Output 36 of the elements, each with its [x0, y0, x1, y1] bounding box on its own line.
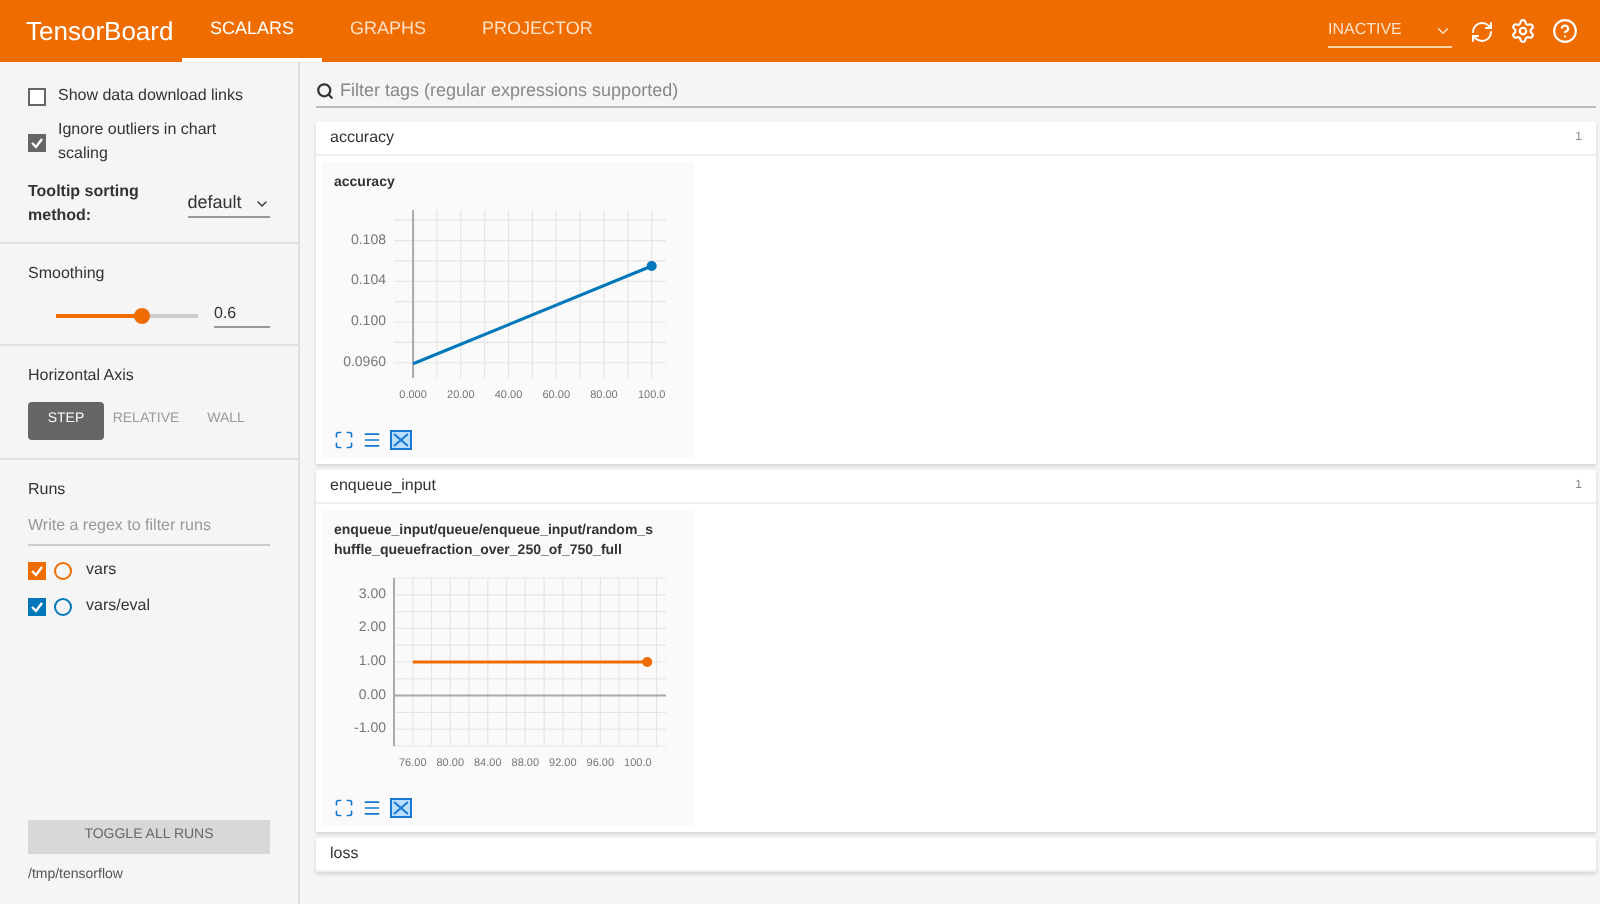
section-title[interactable]: enqueue_input — [330, 474, 436, 498]
section-title[interactable]: loss — [330, 842, 359, 866]
fit-domain-icon[interactable] — [390, 798, 412, 818]
expand-icon[interactable] — [334, 798, 354, 818]
tooltip-sorting-select[interactable]: default — [187, 189, 270, 219]
endpoint-marker — [642, 657, 653, 667]
run-name: vars — [86, 558, 117, 582]
search-icon — [316, 82, 334, 100]
fit-domain-icon[interactable] — [390, 430, 412, 450]
endpoint-marker — [646, 261, 657, 271]
run-checkbox[interactable] — [28, 597, 46, 615]
run-select[interactable]: INACTIVE — [1328, 15, 1452, 47]
app-title: TensorBoard — [26, 13, 176, 50]
settings-icon[interactable] — [1510, 18, 1536, 44]
nav-tab[interactable]: PROJECTOR — [454, 0, 621, 62]
runs-filter-field[interactable]: Write a regex to filter runs — [28, 514, 270, 546]
run-name: vars/eval — [86, 594, 151, 618]
legend-icon[interactable] — [362, 798, 382, 818]
smoothing-input[interactable]: 0.6 — [214, 302, 270, 328]
option-label: Ignore outliers in chart scaling — [58, 118, 219, 166]
run-checkbox[interactable] — [28, 561, 46, 579]
checkbox[interactable] — [28, 87, 46, 105]
tooltip-sorting-label: Tooltip sorting method: — [28, 180, 141, 228]
expand-icon[interactable] — [334, 430, 354, 450]
slider-thumb[interactable] — [133, 307, 150, 323]
checkbox[interactable] — [28, 133, 46, 151]
horizontal-axis-label: Horizontal Axis — [28, 364, 136, 388]
refresh-icon[interactable] — [1470, 19, 1494, 43]
nav-tab[interactable]: SCALARS — [182, 0, 323, 62]
option-label: Show data download links — [58, 84, 244, 108]
legend-icon[interactable] — [362, 430, 382, 450]
help-icon[interactable] — [1552, 18, 1578, 44]
runs-label: Runs — [28, 478, 68, 502]
nav-tab[interactable]: GRAPHS — [322, 0, 455, 62]
section-title[interactable]: accuracy — [330, 126, 395, 150]
smoothing-label: Smoothing — [28, 262, 107, 286]
